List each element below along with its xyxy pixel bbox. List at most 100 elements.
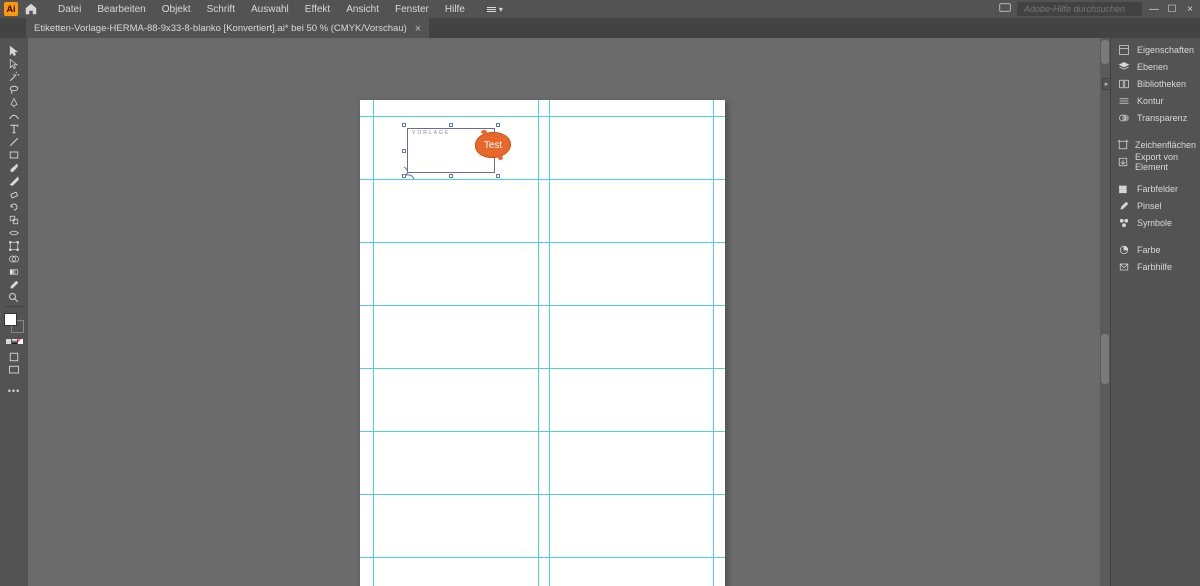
panel-export[interactable]: Export von Element	[1111, 153, 1200, 170]
transparency-icon	[1117, 112, 1131, 124]
home-icon[interactable]	[24, 2, 38, 16]
color-mode-row[interactable]	[6, 339, 23, 344]
shaper-tool[interactable]	[4, 174, 24, 187]
panel-pinsel[interactable]: Pinsel	[1111, 197, 1200, 214]
panel-label: Eigenschaften	[1137, 45, 1194, 55]
window-maximize[interactable]: ☐	[1166, 3, 1178, 15]
lasso-tool[interactable]	[4, 83, 24, 96]
guide-horizontal	[360, 431, 725, 432]
rectangle-tool[interactable]	[4, 148, 24, 161]
guide-horizontal	[360, 116, 725, 117]
scrollbar-thumb[interactable]	[1101, 40, 1109, 64]
panel-farbfelder[interactable]: Farbfelder	[1111, 180, 1200, 197]
panel-bibliotheken[interactable]: Bibliotheken	[1111, 75, 1200, 92]
panel-label: Farbe	[1137, 245, 1161, 255]
panel-eigenschaften[interactable]: Eigenschaften	[1111, 41, 1200, 58]
menu-objekt[interactable]: Objekt	[154, 2, 199, 17]
guide-horizontal	[360, 242, 725, 243]
panel-label: Symbole	[1137, 218, 1172, 228]
menu-datei[interactable]: Datei	[50, 2, 89, 17]
panel-zeichenflaechen[interactable]: Zeichenflächen	[1111, 136, 1200, 153]
right-panels: Eigenschaften Ebenen Bibliotheken Kontur…	[1110, 38, 1200, 586]
magic-wand-tool[interactable]	[4, 70, 24, 83]
panel-collapse-icon[interactable]: ▸	[1102, 78, 1110, 90]
panel-kontur[interactable]: Kontur	[1111, 92, 1200, 109]
curvature-tool[interactable]	[4, 109, 24, 122]
scrollbar-thumb[interactable]	[1101, 334, 1109, 384]
selection-tool[interactable]	[4, 44, 24, 57]
line-tool[interactable]	[4, 135, 24, 148]
menu-bearbeiten[interactable]: Bearbeiten	[89, 2, 153, 17]
menu-ansicht[interactable]: Ansicht	[338, 2, 387, 17]
export-icon	[1117, 156, 1129, 168]
menu-effekt[interactable]: Effekt	[297, 2, 338, 17]
width-tool[interactable]	[4, 226, 24, 239]
shape-builder-tool[interactable]	[4, 252, 24, 265]
panel-label: Farbfelder	[1137, 184, 1178, 194]
toolbar-separator	[5, 306, 23, 307]
eyedropper-tool[interactable]	[4, 278, 24, 291]
guide-horizontal	[360, 557, 725, 558]
guide-horizontal	[360, 305, 725, 306]
speech-bubble[interactable]: Test	[475, 132, 511, 158]
edit-toolbar[interactable]: •••	[8, 386, 20, 396]
panel-label: Export von Element	[1135, 152, 1194, 172]
cloud-icon[interactable]	[999, 3, 1011, 15]
guide-vertical	[538, 100, 539, 586]
eraser-tool[interactable]	[4, 187, 24, 200]
canvas[interactable]: VORLAGE Test	[28, 38, 1110, 586]
scale-tool[interactable]	[4, 213, 24, 226]
panel-label: Transparenz	[1137, 113, 1187, 123]
window-minimize[interactable]: —	[1148, 3, 1160, 15]
menu-schrift[interactable]: Schrift	[199, 2, 243, 17]
guide-vertical	[373, 100, 374, 586]
zoom-tool[interactable]	[4, 291, 24, 304]
guide-horizontal	[360, 494, 725, 495]
panel-symbole[interactable]: Symbole	[1111, 214, 1200, 231]
window-close[interactable]: ×	[1184, 3, 1196, 15]
workspace-switcher[interactable]: ▾	[483, 4, 507, 15]
color-icon	[1117, 244, 1131, 256]
help-search[interactable]	[1017, 2, 1142, 16]
type-tool[interactable]	[4, 122, 24, 135]
color-guide-icon	[1117, 261, 1131, 273]
stroke-icon	[1117, 95, 1131, 107]
vertical-scrollbar[interactable]	[1100, 38, 1110, 586]
symbols-icon	[1117, 217, 1131, 229]
rotate-tool[interactable]	[4, 200, 24, 213]
free-transform-tool[interactable]	[4, 239, 24, 252]
panel-label: Farbhilfe	[1137, 262, 1172, 272]
guide-vertical	[713, 100, 714, 586]
swatches-icon	[1117, 183, 1131, 195]
panel-farbe[interactable]: Farbe	[1111, 241, 1200, 258]
artboard: VORLAGE Test	[360, 100, 725, 586]
fill-stroke-swatches[interactable]	[4, 313, 24, 333]
guide-horizontal	[360, 368, 725, 369]
menu-hilfe[interactable]: Hilfe	[437, 2, 473, 17]
panel-ebenen[interactable]: Ebenen	[1111, 58, 1200, 75]
screen-mode[interactable]	[4, 363, 24, 376]
menu-items: Datei Bearbeiten Objekt Schrift Auswahl …	[50, 2, 473, 17]
panel-transparenz[interactable]: Transparenz	[1111, 109, 1200, 126]
properties-icon	[1117, 44, 1131, 56]
direct-selection-tool[interactable]	[4, 57, 24, 70]
tab-close-icon[interactable]: ×	[415, 23, 421, 35]
tab-bar: Etiketten-Vorlage-HERMA-88-9x33-8-blanko…	[0, 18, 1200, 38]
panel-label: Kontur	[1137, 96, 1164, 106]
drawing-mode[interactable]	[4, 350, 24, 363]
panel-label: Bibliotheken	[1137, 79, 1186, 89]
bubble-shape: Test	[475, 132, 511, 158]
brushes-icon	[1117, 200, 1131, 212]
menu-fenster[interactable]: Fenster	[387, 2, 437, 17]
document-tab[interactable]: Etiketten-Vorlage-HERMA-88-9x33-8-blanko…	[26, 18, 429, 38]
panel-farbhilfe[interactable]: Farbhilfe	[1111, 258, 1200, 275]
bubble-text: Test	[484, 140, 502, 151]
help-search-input[interactable]	[1024, 4, 1141, 14]
guide-horizontal	[360, 179, 725, 180]
panel-label: Zeichenflächen	[1135, 140, 1196, 150]
pen-tool[interactable]	[4, 96, 24, 109]
paintbrush-tool[interactable]	[4, 161, 24, 174]
gradient-tool[interactable]	[4, 265, 24, 278]
menu-auswahl[interactable]: Auswahl	[243, 2, 297, 17]
tab-title: Etiketten-Vorlage-HERMA-88-9x33-8-blanko…	[34, 23, 407, 34]
